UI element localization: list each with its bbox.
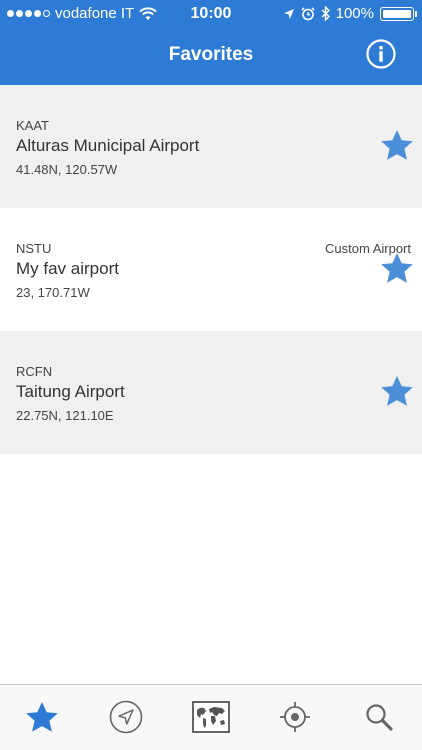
airport-coordinates: 22.75N, 121.10E	[16, 408, 114, 423]
airport-name: Taitung Airport	[16, 382, 125, 401]
tab-map[interactable]	[191, 699, 231, 735]
tab-navigation[interactable]	[106, 699, 146, 735]
tab-bar	[0, 684, 422, 750]
tab-search[interactable]	[359, 699, 399, 735]
favorite-star-icon[interactable]	[380, 252, 414, 285]
battery-percent: 100%	[335, 5, 374, 22]
favorite-row[interactable]: RCFN Taitung Airport 22.75N, 121.10E	[0, 331, 422, 454]
battery-icon	[380, 6, 417, 21]
alarm-icon	[301, 6, 315, 20]
nav-header: vodafone IT 10:00 100% Favorites	[0, 0, 422, 85]
favorite-star-icon[interactable]	[380, 129, 414, 162]
status-right: 100%	[283, 5, 417, 22]
favorite-star-icon[interactable]	[380, 375, 414, 408]
favorite-row[interactable]: KAAT Alturas Municipal Airport 41.48N, 1…	[0, 85, 422, 208]
favorite-row[interactable]: NSTU Custom Airport My fav airport 23, 1…	[0, 208, 422, 331]
status-bar: vodafone IT 10:00 100%	[0, 0, 422, 28]
location-arrow-icon	[283, 8, 294, 19]
bluetooth-icon	[321, 6, 330, 21]
favorites-star-icon	[26, 701, 58, 732]
favorites-list: KAAT Alturas Municipal Airport 41.48N, 1…	[0, 85, 422, 454]
airport-coordinates: 23, 170.71W	[16, 285, 90, 300]
navigation-arrow-icon	[109, 700, 143, 734]
search-icon	[366, 704, 393, 731]
airport-code: NSTU	[16, 241, 52, 256]
airport-name: Alturas Municipal Airport	[16, 136, 200, 155]
airport-coordinates: 41.48N, 120.57W	[16, 162, 118, 177]
info-button[interactable]	[366, 39, 396, 69]
world-map-icon	[192, 701, 230, 733]
tab-favorites[interactable]	[22, 699, 62, 735]
airport-code: RCFN	[16, 364, 53, 379]
airport-name: My fav airport	[16, 259, 119, 278]
tab-location[interactable]	[275, 699, 315, 735]
airport-code: KAAT	[16, 118, 49, 133]
page-title: Favorites	[168, 44, 254, 65]
crosshair-location-icon	[280, 702, 310, 732]
